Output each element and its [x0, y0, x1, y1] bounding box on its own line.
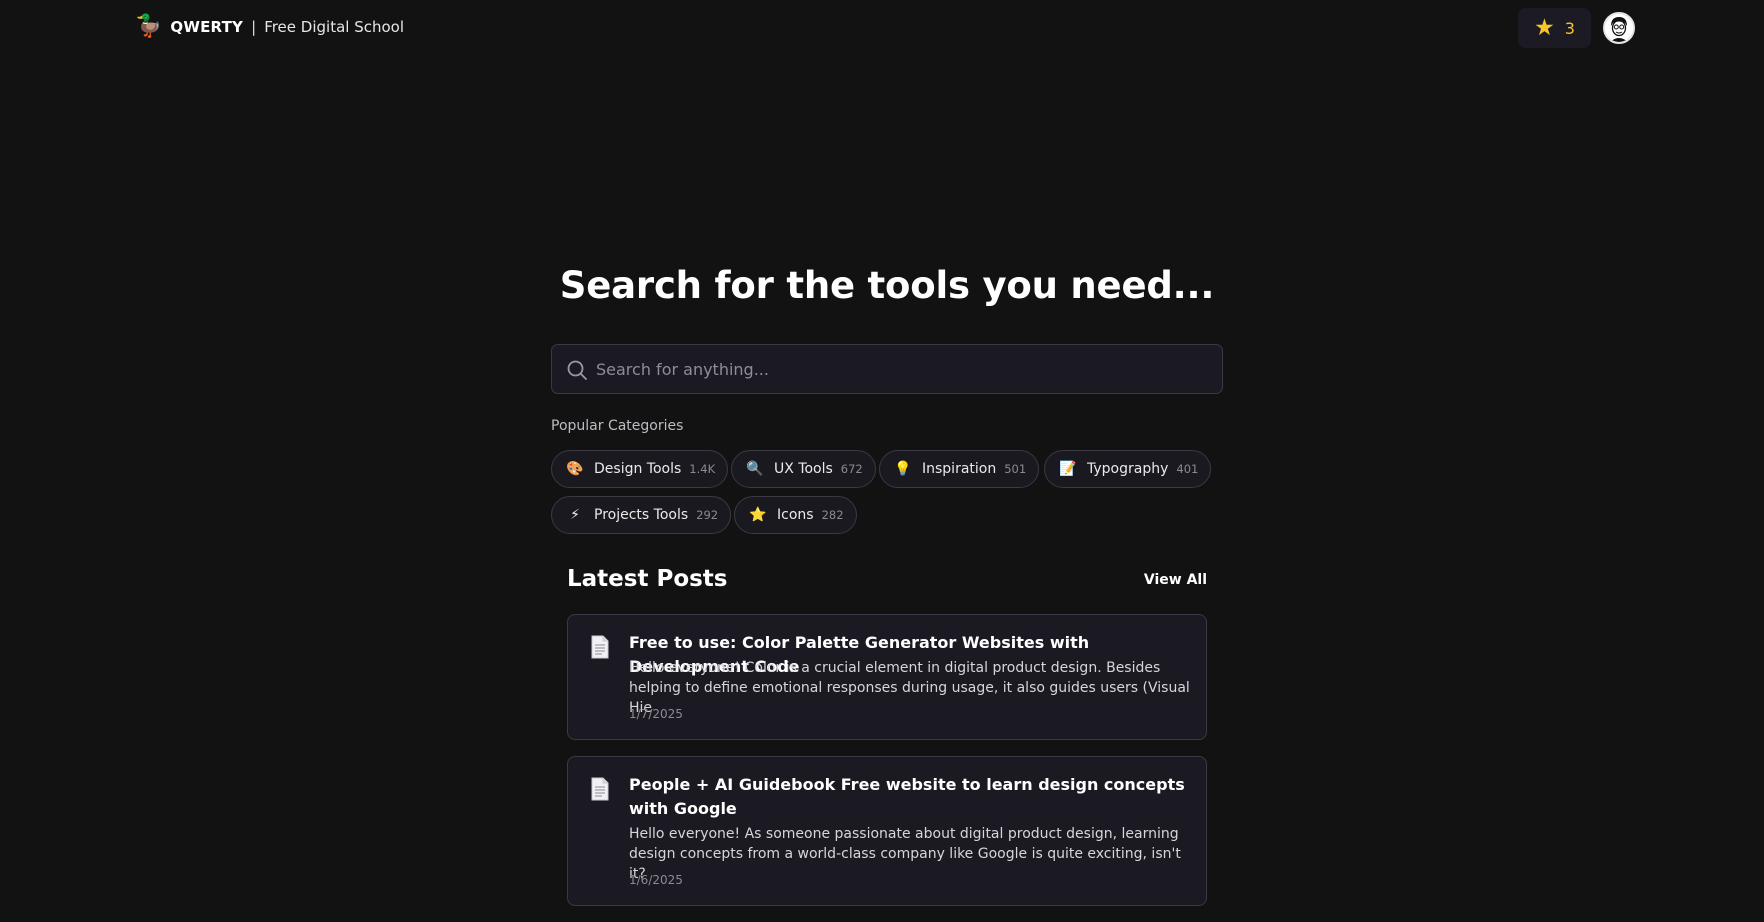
search-bar[interactable] — [551, 344, 1223, 394]
document-icon — [591, 777, 609, 801]
brand-name: QWERTY — [170, 18, 244, 36]
user-avatar[interactable] — [1603, 12, 1635, 44]
category-count: 282 — [821, 508, 844, 522]
latest-posts-title: Latest Posts — [567, 566, 728, 592]
search-input[interactable] — [596, 345, 1206, 393]
category-label: Inspiration — [922, 461, 997, 477]
category-chip-ux-tools[interactable]: 🔍 UX Tools 672 — [731, 450, 876, 488]
lightbulb-icon: 💡 — [894, 461, 912, 477]
category-label: Typography — [1087, 461, 1169, 477]
post-excerpt: Hello everyone! Color is a crucial eleme… — [629, 660, 1190, 716]
category-chip-icons[interactable]: ⭐ Icons 282 — [734, 496, 857, 534]
category-label: Icons — [777, 507, 814, 523]
category-count: 292 — [696, 508, 719, 522]
brand-tagline: Free Digital School — [264, 18, 404, 36]
popular-categories-title: Popular Categories — [551, 418, 684, 434]
post-date: 1/6/2025 — [629, 873, 683, 887]
category-count: 501 — [1004, 462, 1027, 476]
hero-title: Search for the tools you need... — [559, 264, 1215, 307]
category-count: 672 — [840, 462, 863, 476]
brand-separator: | — [251, 18, 257, 36]
category-label: UX Tools — [774, 461, 833, 477]
search-icon — [567, 360, 587, 380]
lightning-icon: ⚡ — [570, 507, 580, 523]
post-title[interactable]: People + AI Guidebook Free website to le… — [629, 773, 1189, 821]
top-header: 🦆 QWERTY | Free Digital School ★ 3 — [0, 0, 1764, 56]
category-chip-projects-tools[interactable]: ⚡ Projects Tools 292 — [551, 496, 732, 534]
post-date: 1/7/2025 — [629, 707, 683, 721]
category-chip-inspiration[interactable]: 💡 Inspiration 501 — [879, 450, 1040, 488]
category-chip-typography[interactable]: 📝 Typography 401 — [1044, 450, 1212, 488]
latest-posts-header: Latest Posts View All — [567, 566, 1207, 596]
view-all-link[interactable]: View All — [1144, 572, 1207, 588]
category-chip-design-tools[interactable]: 🎨 Design Tools 1.4K — [551, 450, 729, 488]
document-icon — [591, 635, 609, 659]
palette-icon: 🎨 — [566, 461, 584, 477]
category-count: 401 — [1176, 462, 1199, 476]
post-card[interactable]: People + AI Guidebook Free website to le… — [567, 756, 1207, 906]
duck-logo-icon: 🦆 — [135, 14, 163, 39]
post-excerpt: Hello everyone! As someone passionate ab… — [629, 826, 1181, 882]
category-label: Design Tools — [594, 461, 682, 477]
favorites-count: 3 — [1564, 18, 1575, 38]
post-card[interactable]: Free to use: Color Palette Generator Web… — [567, 614, 1207, 740]
brand[interactable]: 🦆 QWERTY | Free Digital School — [135, 16, 404, 38]
category-count: 1.4K — [689, 462, 716, 476]
star-icon: ★ — [1534, 14, 1555, 41]
magnifier-icon: 🔍 — [746, 461, 764, 477]
star-icon: ⭐ — [749, 507, 767, 523]
favorites-button[interactable]: ★ 3 — [1518, 8, 1591, 48]
avatar-illustration-icon — [1605, 14, 1633, 42]
category-label: Projects Tools — [594, 507, 689, 523]
memo-icon: 📝 — [1059, 461, 1077, 477]
